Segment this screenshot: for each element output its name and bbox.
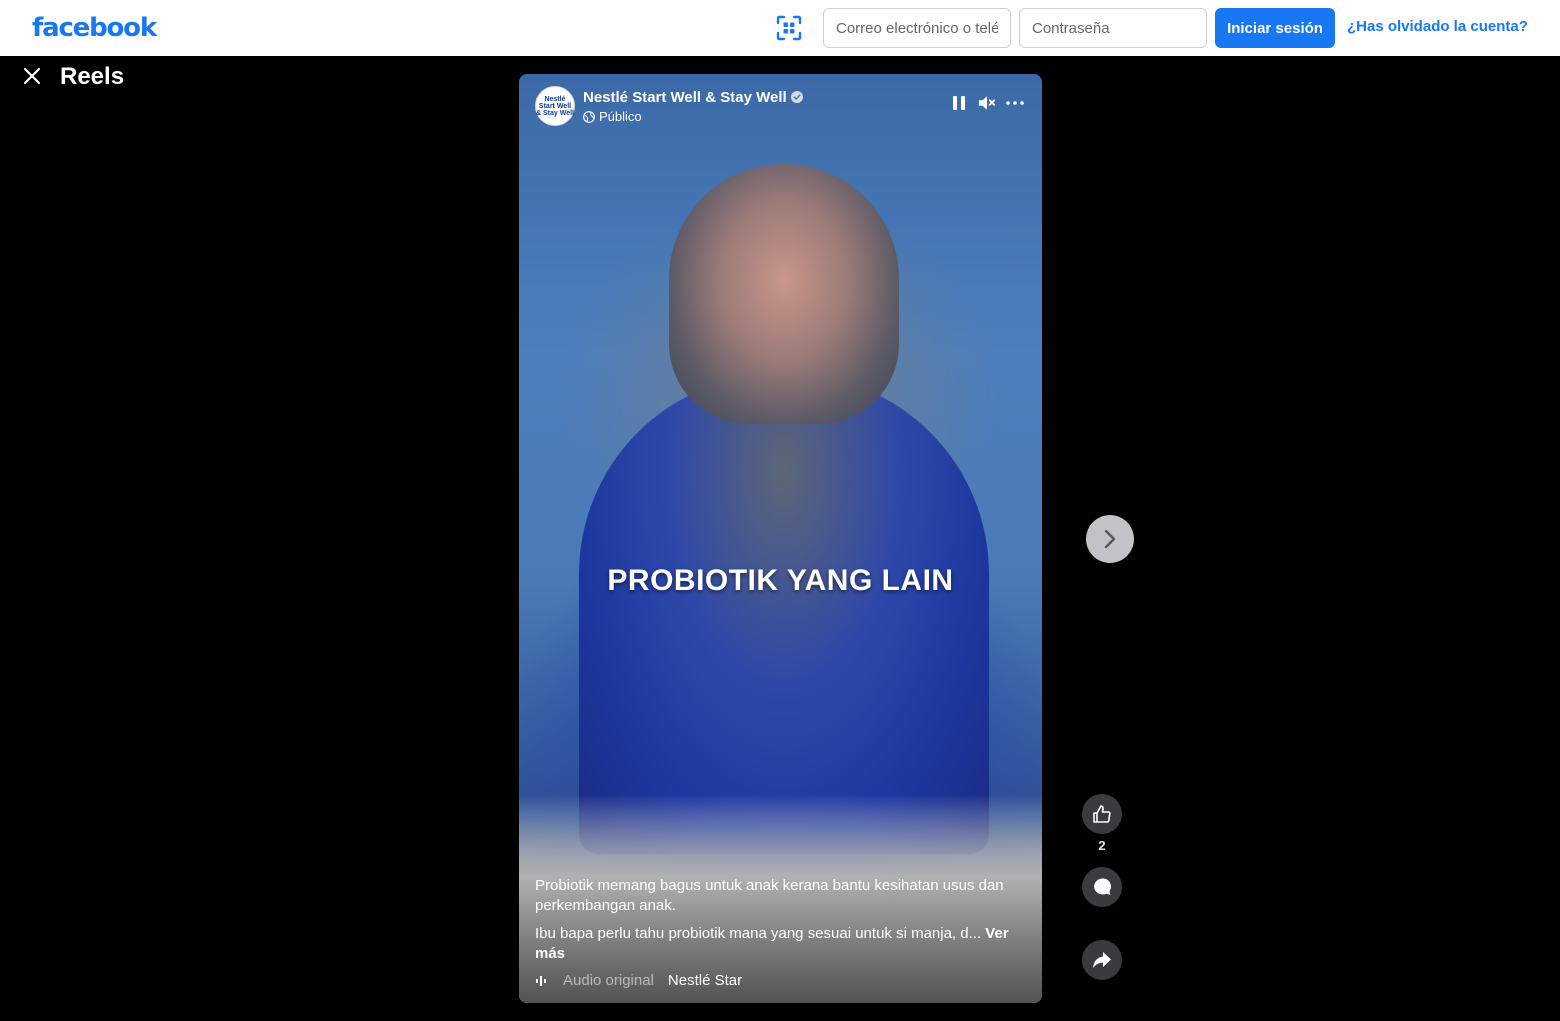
caption-line-2: Ibu bapa perlu tahu probiotik mana yang … bbox=[535, 924, 1013, 964]
close-button[interactable] bbox=[18, 62, 46, 90]
next-reel-button[interactable] bbox=[1086, 515, 1134, 563]
share-button[interactable] bbox=[1082, 940, 1122, 980]
audio-label: Audio original bbox=[563, 972, 654, 989]
video-overlay-text: PROBIOTIK YANG LAIN bbox=[607, 564, 954, 597]
comment-icon bbox=[1094, 878, 1111, 895]
globe-icon bbox=[583, 110, 595, 123]
pause-button[interactable] bbox=[950, 94, 968, 112]
forgot-account-link[interactable]: ¿Has olvidado la cuenta? bbox=[1347, 18, 1528, 35]
mute-icon bbox=[978, 96, 996, 110]
email-field[interactable] bbox=[823, 8, 1011, 48]
password-field[interactable] bbox=[1019, 8, 1207, 48]
mute-button[interactable] bbox=[978, 94, 996, 112]
audio-row[interactable]: Audio original Nestlé Star bbox=[535, 972, 742, 989]
audio-owner: Nestlé Star bbox=[667, 972, 743, 989]
video-frame-body bbox=[579, 374, 989, 854]
comment-button[interactable] bbox=[1082, 867, 1122, 907]
privacy-label: Público bbox=[599, 109, 642, 124]
reel-video[interactable]: Nestlé Start Well & Stay Well Nestlé Sta… bbox=[519, 74, 1042, 1003]
caption-line-1: Probiotik memang bagus untuk anak kerana… bbox=[535, 877, 1004, 914]
video-controls bbox=[950, 94, 1024, 112]
page-name[interactable]: Nestlé Start Well & Stay Well bbox=[583, 89, 787, 106]
more-options-button[interactable] bbox=[1006, 94, 1024, 112]
more-icon bbox=[1006, 101, 1024, 105]
caption-line-2-text: Ibu bapa perlu tahu probiotik mana yang … bbox=[535, 925, 982, 942]
facebook-logo[interactable]: facebook bbox=[32, 12, 157, 44]
page-avatar[interactable]: Nestlé Start Well & Stay Well bbox=[535, 86, 575, 126]
video-frame-head bbox=[669, 164, 899, 424]
verified-icon bbox=[791, 91, 803, 103]
scan-icon[interactable] bbox=[776, 15, 802, 41]
page-avatar-logo: Nestlé Start Well & Stay Well bbox=[536, 95, 574, 117]
pause-icon bbox=[953, 96, 965, 110]
reel-caption: Probiotik memang bagus untuk anak kerana… bbox=[535, 876, 1013, 972]
audio-wave-icon bbox=[536, 975, 546, 986]
privacy-row: Público bbox=[583, 109, 642, 124]
like-icon bbox=[1093, 805, 1111, 823]
chevron-right-icon bbox=[1104, 529, 1116, 549]
share-icon bbox=[1093, 952, 1111, 968]
reels-title: Reels bbox=[60, 63, 125, 90]
like-count: 2 bbox=[1098, 838, 1106, 853]
login-button[interactable]: Iniciar sesión bbox=[1215, 8, 1335, 48]
top-bar: facebook Iniciar sesión ¿Has olvidado la… bbox=[0, 0, 1560, 56]
like-button[interactable] bbox=[1082, 794, 1122, 834]
close-icon bbox=[23, 67, 41, 85]
